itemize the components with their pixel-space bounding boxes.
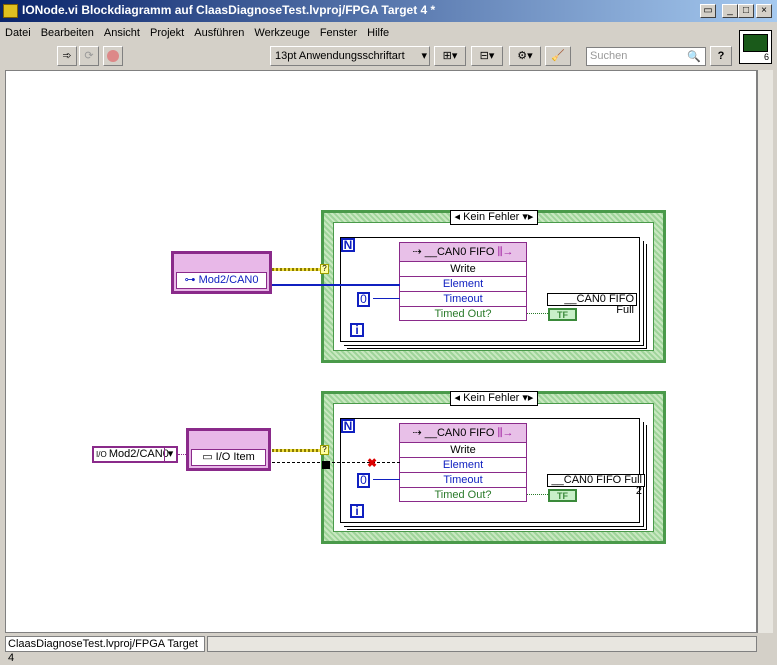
- chevron-down-icon[interactable]: ▾: [164, 448, 176, 461]
- fifo-write-node-1[interactable]: ⇢ __CAN0 FIFO ⫼→ Write Element Timeout T…: [399, 242, 527, 321]
- case-selector-label: Kein Fehler: [463, 392, 520, 404]
- fifo-write-node-2[interactable]: ⇢ __CAN0 FIFO ⫼→ Write Element Timeout T…: [399, 423, 527, 502]
- loop-count-terminal[interactable]: N: [341, 419, 355, 433]
- run-continuously-icon[interactable]: ⟳: [79, 46, 99, 66]
- method-label[interactable]: Write: [400, 443, 526, 458]
- help-button[interactable]: ?: [710, 46, 732, 66]
- boolean-wire: [527, 313, 548, 314]
- indicator-label: __CAN0 FIFO Full: [547, 293, 637, 316]
- horizontal-scrollbar[interactable]: [207, 636, 757, 652]
- search-input[interactable]: Suchen 🔍: [586, 47, 706, 66]
- method-label[interactable]: Write: [400, 262, 526, 277]
- font-dropdown[interactable]: 13pt Anwendungsschriftart ▾: [270, 46, 430, 66]
- search-icon: 🔍: [687, 51, 701, 63]
- timeout-constant[interactable]: 0: [357, 473, 370, 488]
- case-selector-2[interactable]: ◂ Kein Fehler ▾▸: [450, 391, 538, 406]
- case-selector-label: Kein Fehler: [463, 211, 520, 223]
- fifo-name: __CAN0 FIFO: [424, 246, 495, 258]
- menu-bearbeiten[interactable]: Bearbeiten: [36, 24, 99, 42]
- connector-number: 6: [763, 52, 769, 62]
- io-constant-label: Mod2/CAN0: [108, 448, 169, 460]
- menu-werkzeuge[interactable]: Werkzeuge: [249, 24, 314, 42]
- iteration-terminal[interactable]: i: [350, 323, 364, 337]
- timeout-terminal[interactable]: Timeout: [400, 292, 526, 307]
- io-refnum-wire: [178, 454, 186, 455]
- timeout-wire: [373, 479, 400, 480]
- font-label: 13pt Anwendungsschriftart: [275, 50, 405, 62]
- timed-out-terminal[interactable]: Timed Out?: [400, 488, 526, 503]
- indicator-label: __CAN0 FIFO Full 2: [547, 474, 645, 497]
- fifo-arrow-icon: ⫼→: [494, 427, 514, 439]
- element-terminal[interactable]: Element: [400, 277, 526, 292]
- labview-app-icon: [3, 4, 18, 18]
- error-wire: [272, 449, 322, 452]
- broken-wire: [272, 462, 400, 463]
- timeout-wire: [373, 298, 400, 299]
- menu-ansicht[interactable]: Ansicht: [99, 24, 145, 42]
- menu-bar: Datei Bearbeiten Ansicht Projekt Ausführen We…: [0, 24, 735, 44]
- maximize-button[interactable]: □: [738, 4, 754, 18]
- restore-icon[interactable]: ▭: [700, 4, 716, 18]
- status-bar-context: ClaasDiagnoseTest.lvproj/FPGA Target 4: [5, 636, 205, 664]
- error-wire: [272, 268, 322, 271]
- timeout-constant[interactable]: 0: [357, 292, 370, 307]
- reorder-icon[interactable]: ⚙▾: [509, 46, 541, 66]
- menu-projekt[interactable]: Projekt: [145, 24, 189, 42]
- menu-fenster[interactable]: Fenster: [315, 24, 362, 42]
- menu-datei[interactable]: Datei: [0, 24, 36, 42]
- fifo-arrow-icon: ⫼→: [494, 246, 514, 258]
- run-arrow-icon[interactable]: ➾: [57, 46, 77, 66]
- iteration-terminal[interactable]: i: [350, 504, 364, 518]
- minimize-button[interactable]: _: [722, 4, 738, 18]
- io-icon: I/O: [96, 450, 109, 459]
- chevron-down-icon: ▾: [421, 50, 427, 62]
- search-placeholder: Suchen: [590, 50, 628, 62]
- case-selector-terminal: ?: [320, 445, 329, 455]
- menu-ausfuehren[interactable]: Ausführen: [189, 24, 249, 42]
- vi-icon[interactable]: 6: [739, 30, 772, 64]
- cleanup-diagram-icon[interactable]: 🧹: [545, 46, 571, 66]
- loop-count-terminal[interactable]: N: [341, 238, 355, 252]
- io-item-label: I/O Item: [215, 451, 255, 463]
- distribute-objects-icon[interactable]: ⊟▾: [471, 46, 503, 66]
- case-selector-terminal: ?: [320, 264, 329, 274]
- broken-wire-x-icon[interactable]: ✖: [367, 456, 377, 470]
- timed-out-terminal[interactable]: Timed Out?: [400, 307, 526, 322]
- abort-icon[interactable]: [103, 46, 123, 66]
- fpga-io-node-2[interactable]: ▭ I/O Item: [186, 428, 271, 471]
- align-objects-icon[interactable]: ⊞▾: [434, 46, 466, 66]
- element-terminal[interactable]: Element: [400, 458, 526, 473]
- io-wire: [272, 284, 400, 286]
- boolean-wire: [527, 494, 548, 495]
- case-selector-1[interactable]: ◂ Kein Fehler ▾▸: [450, 210, 538, 225]
- timeout-terminal[interactable]: Timeout: [400, 473, 526, 488]
- close-button[interactable]: ×: [756, 4, 772, 18]
- io-item: ▭ I/O Item: [191, 449, 266, 466]
- title-bar: IONode.vi Blockdiagramm auf ClaasDiagnos…: [0, 0, 777, 22]
- io-item-label: Mod2/CAN0: [198, 274, 259, 286]
- fifo-icon: ⇢: [412, 427, 425, 439]
- tunnel: [322, 461, 330, 469]
- window-title: IONode.vi Blockdiagramm auf ClaasDiagnos…: [22, 3, 436, 17]
- boolean-indicator[interactable]: TF: [548, 489, 577, 502]
- fifo-name: __CAN0 FIFO: [424, 427, 495, 439]
- fifo-icon: ⇢: [412, 246, 425, 258]
- fpga-io-node-1[interactable]: ⊶ Mod2/CAN0: [171, 251, 272, 294]
- io-item: ⊶ Mod2/CAN0: [176, 272, 267, 289]
- boolean-indicator[interactable]: TF: [548, 308, 577, 321]
- menu-hilfe[interactable]: Hilfe: [362, 24, 394, 42]
- io-item-constant[interactable]: I/O Mod2/CAN0 ▾: [92, 446, 178, 463]
- vertical-scrollbar[interactable]: [757, 70, 773, 633]
